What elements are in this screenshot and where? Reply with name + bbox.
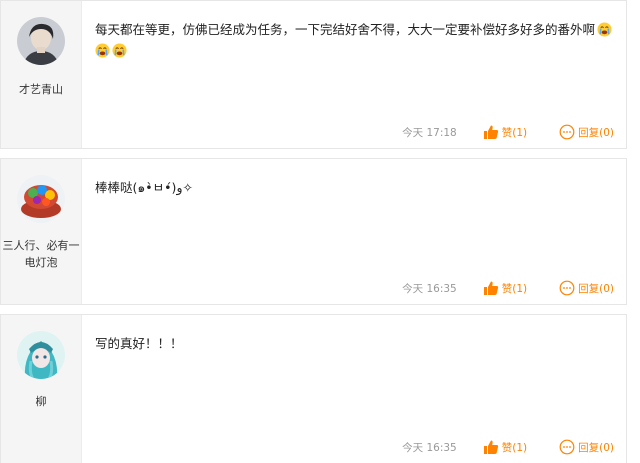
username[interactable]: 柳 <box>1 393 81 410</box>
thumbs-up-icon <box>483 281 498 295</box>
crying-face-icon <box>112 43 127 58</box>
reply-count: 回复(0) <box>578 282 614 295</box>
comment-item: 才艺青山 每天都在等更，仿佛已经成为任务，一下完结好舍不得，大大一定要补偿好多好… <box>0 0 627 149</box>
comment-meta: 今天 16:35 赞(1) 回复(0) <box>402 437 614 457</box>
comment-text: 写的真好！！！ <box>95 336 183 351</box>
like-button[interactable]: 赞(1) <box>483 124 559 140</box>
avatar[interactable] <box>17 331 65 379</box>
like-button[interactable]: 赞(1) <box>483 280 559 296</box>
like-count: 赞(1) <box>501 282 528 295</box>
comment-time: 今天 16:35 <box>402 441 457 454</box>
thumbs-up-icon <box>483 125 498 139</box>
like-button[interactable]: 赞(1) <box>483 439 559 455</box>
comment-text: 棒棒哒(๑•̀ㅂ•́)و✧ <box>95 180 193 195</box>
reply-button[interactable]: 回复(0) <box>559 439 614 455</box>
comment-item: 柳 写的真好！！！ 今天 16:35 赞(1) 回复(0) <box>0 314 627 463</box>
reply-button[interactable]: 回复(0) <box>559 280 614 296</box>
comment-author-panel: 柳 <box>1 315 82 463</box>
username-continued[interactable]: 电灯泡 <box>1 254 81 271</box>
avatar[interactable] <box>17 17 65 65</box>
avatar[interactable] <box>17 175 65 223</box>
crying-face-icon <box>95 43 110 58</box>
comment-author-panel: 三人行、必有一 电灯泡 <box>1 159 82 304</box>
comment-bubble-icon <box>559 439 575 455</box>
reply-count: 回复(0) <box>578 441 614 454</box>
username[interactable]: 三人行、必有一 <box>1 237 81 254</box>
reply-count: 回复(0) <box>578 126 614 139</box>
like-count: 赞(1) <box>501 126 528 139</box>
comment-list: 才艺青山 每天都在等更，仿佛已经成为任务，一下完结好舍不得，大大一定要补偿好多好… <box>0 0 640 463</box>
comment-time: 今天 16:35 <box>402 282 457 295</box>
comment-time: 今天 17:18 <box>402 126 457 139</box>
reply-button[interactable]: 回复(0) <box>559 124 614 140</box>
comment-author-panel: 才艺青山 <box>1 1 82 148</box>
crying-face-icon <box>597 22 612 37</box>
comment-text-content: 每天都在等更，仿佛已经成为任务，一下完结好舍不得，大大一定要补偿好多好多的番外啊 <box>95 22 596 37</box>
thumbs-up-icon <box>483 440 498 454</box>
comment-meta: 今天 16:35 赞(1) 回复(0) <box>402 278 614 298</box>
like-count: 赞(1) <box>501 441 528 454</box>
comment-meta: 今天 17:18 赞(1) 回复(0) <box>402 122 614 142</box>
comment-bubble-icon <box>559 124 575 140</box>
comment-bubble-icon <box>559 280 575 296</box>
comment-item: 三人行、必有一 电灯泡 棒棒哒(๑•̀ㅂ•́)و✧ 今天 16:35 赞(1) … <box>0 158 627 305</box>
comment-text: 每天都在等更，仿佛已经成为任务，一下完结好舍不得，大大一定要补偿好多好多的番外啊 <box>95 19 612 61</box>
username[interactable]: 才艺青山 <box>1 81 81 98</box>
